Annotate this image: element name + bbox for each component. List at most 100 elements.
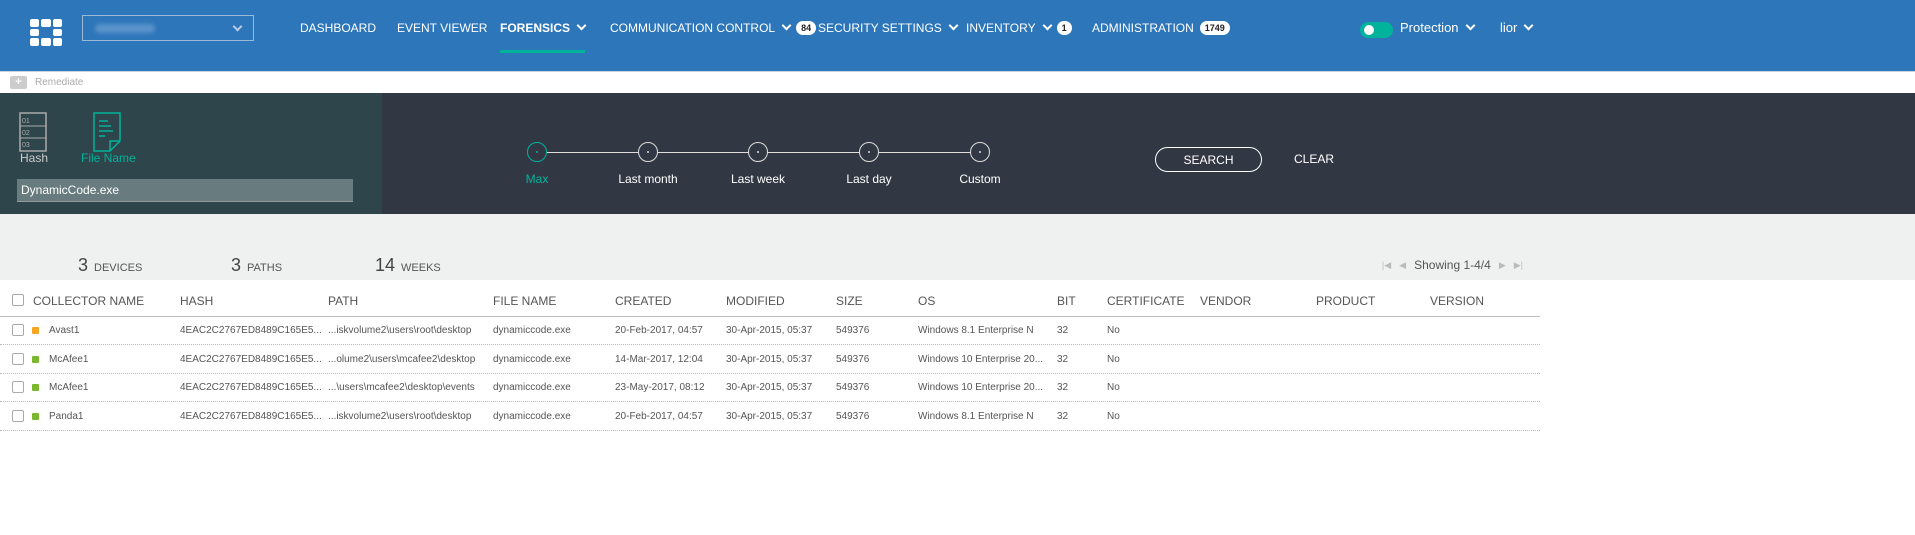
stat-value: 14 <box>375 255 396 275</box>
search-button[interactable]: SEARCH <box>1155 147 1262 172</box>
timeline-max-dot[interactable] <box>527 142 547 162</box>
stat-paths: 3 PATHS <box>231 255 282 276</box>
column-header[interactable]: MODIFIED <box>726 294 785 308</box>
cell-collector: McAfee1 <box>49 382 89 393</box>
table-row[interactable]: McAfee1 4EAC2C2767ED8489C165E5... ...olume… <box>0 346 1540 374</box>
row-checkbox[interactable] <box>12 352 24 365</box>
cell-file: dynamiccode.exe <box>493 353 571 365</box>
column-header[interactable]: VENDOR <box>1200 294 1251 308</box>
column-header[interactable]: OS <box>918 294 935 308</box>
row-checkbox[interactable] <box>12 409 24 422</box>
cell-created: 20-Feb-2017, 04:57 <box>615 410 703 422</box>
logo-icon <box>30 19 62 46</box>
timeline-last-week-label[interactable]: Last week <box>703 172 813 186</box>
nav-dashboard[interactable]: DASHBOARD <box>300 21 376 35</box>
protection-menu[interactable]: Protection <box>1400 20 1475 35</box>
file-name-input[interactable] <box>17 179 353 202</box>
nav-security-settings[interactable]: SECURITY SETTINGS <box>818 20 959 35</box>
stat-value: 3 <box>78 255 89 275</box>
timeline-last-month-dot[interactable] <box>638 142 658 162</box>
cell-collector: Avast1 <box>49 325 80 336</box>
svg-text:02: 02 <box>22 130 30 137</box>
column-header[interactable]: CREATED <box>615 294 671 308</box>
summary-bar <box>0 214 1915 280</box>
nav-administration[interactable]: ADMINISTRATION 1749 <box>1092 21 1230 36</box>
timeline-last-day-label[interactable]: Last day <box>814 172 924 186</box>
cell-modified: 30-Apr-2015, 05:37 <box>726 353 813 365</box>
cell-path: ...olume2\users\mcafee2\desktop <box>328 353 476 365</box>
timeline-custom-dot[interactable] <box>970 142 990 162</box>
stat-devices: 3 DEVICES <box>78 255 142 276</box>
search-type-hash[interactable]: Hash <box>20 151 48 165</box>
column-header[interactable]: PATH <box>328 294 358 308</box>
table-row[interactable]: Avast1 4EAC2C2767ED8489C165E5... ...iskvol… <box>0 317 1540 345</box>
cell-path: ...\users\mcafee2\desktop\events <box>328 382 475 393</box>
cell-os: Windows 8.1 Enterprise N <box>918 410 1034 422</box>
cell-bit: 32 <box>1057 353 1069 365</box>
timeline-max-label[interactable]: Max <box>482 172 592 186</box>
cell-cert: No <box>1107 382 1120 393</box>
cell-modified: 30-Apr-2015, 05:37 <box>726 325 813 336</box>
count-badge: 84 <box>796 21 817 35</box>
select-all-checkbox[interactable] <box>12 294 24 306</box>
table-row[interactable]: McAfee1 4EAC2C2767ED8489C165E5... ...\user… <box>0 374 1540 402</box>
count-badge: 1 <box>1056 21 1072 35</box>
column-header[interactable]: PRODUCT <box>1316 294 1375 308</box>
nav-inventory[interactable]: INVENTORY 1 <box>966 20 1072 36</box>
column-header[interactable]: BIT <box>1057 294 1076 308</box>
first-page-icon[interactable]: |◀ <box>1382 260 1391 271</box>
status-indicator <box>32 327 39 334</box>
nav-event-viewer[interactable]: EVENT VIEWER <box>397 21 487 35</box>
column-header[interactable]: VERSION <box>1430 294 1484 308</box>
cell-hash: 4EAC2C2767ED8489C165E5... <box>180 410 322 422</box>
cell-size: 549376 <box>836 410 870 422</box>
cell-size: 549376 <box>836 382 870 393</box>
prev-page-icon[interactable]: ◀ <box>1399 260 1406 271</box>
table-row[interactable]: Panda1 4EAC2C2767ED8489C165E5... ...iskvol… <box>0 403 1540 431</box>
search-type-file-name[interactable]: File Name <box>81 151 136 165</box>
file-name-icon[interactable] <box>93 112 121 152</box>
pager-text: Showing 1-4/4 <box>1414 258 1491 272</box>
cell-collector: Panda1 <box>49 410 84 422</box>
tenant-select[interactable] <box>82 15 254 41</box>
column-header[interactable]: COLLECTOR NAME <box>33 294 144 308</box>
timeline-last-day-dot[interactable] <box>859 142 879 162</box>
status-indicator <box>32 384 39 391</box>
nav-label: COMMUNICATION CONTROL <box>610 21 776 35</box>
last-page-icon[interactable]: ▶| <box>1514 260 1523 271</box>
cell-modified: 30-Apr-2015, 05:37 <box>726 410 813 422</box>
clear-button[interactable]: CLEAR <box>1294 152 1334 166</box>
timeline-last-month-label[interactable]: Last month <box>593 172 703 186</box>
timeline-custom-label[interactable]: Custom <box>925 172 1035 186</box>
cell-file: dynamiccode.exe <box>493 382 571 393</box>
top-nav-bar: DASHBOARD EVENT VIEWER FORENSICS COMMUNI… <box>0 0 1915 72</box>
row-checkbox[interactable] <box>12 324 24 336</box>
cell-cert: No <box>1107 325 1120 336</box>
cell-path: ...iskvolume2\users\root\desktop <box>328 325 472 336</box>
column-header[interactable]: HASH <box>180 294 213 308</box>
count-badge: 1749 <box>1199 21 1230 35</box>
cell-os: Windows 10 Enterprise 20... <box>918 353 1044 365</box>
svg-text:01: 01 <box>22 118 30 125</box>
remediate-button[interactable]: + Remediate <box>10 72 83 93</box>
column-header[interactable]: SIZE <box>836 294 863 308</box>
first-aid-kit-icon: + <box>10 76 27 89</box>
cell-path: ...iskvolume2\users\root\desktop <box>328 410 472 422</box>
cell-collector: McAfee1 <box>49 353 89 365</box>
column-header[interactable]: FILE NAME <box>493 294 556 308</box>
user-name: lior <box>1500 20 1518 35</box>
user-menu[interactable]: lior <box>1500 20 1534 35</box>
protection-toggle[interactable] <box>1360 22 1393 38</box>
cell-bit: 32 <box>1057 325 1069 336</box>
status-indicator <box>32 412 39 420</box>
nav-communication-control[interactable]: COMMUNICATION CONTROL 84 <box>610 20 817 36</box>
cell-cert: No <box>1107 353 1120 365</box>
timeline-last-week-dot[interactable] <box>748 142 768 162</box>
next-page-icon[interactable]: ▶ <box>1499 260 1506 271</box>
cell-hash: 4EAC2C2767ED8489C165E5... <box>180 382 322 393</box>
status-indicator <box>32 355 39 363</box>
hash-icon[interactable]: 01 02 03 <box>19 112 47 152</box>
nav-forensics[interactable]: FORENSICS <box>500 20 587 53</box>
column-header[interactable]: CERTIFICATE <box>1107 294 1185 308</box>
row-checkbox[interactable] <box>12 381 24 393</box>
